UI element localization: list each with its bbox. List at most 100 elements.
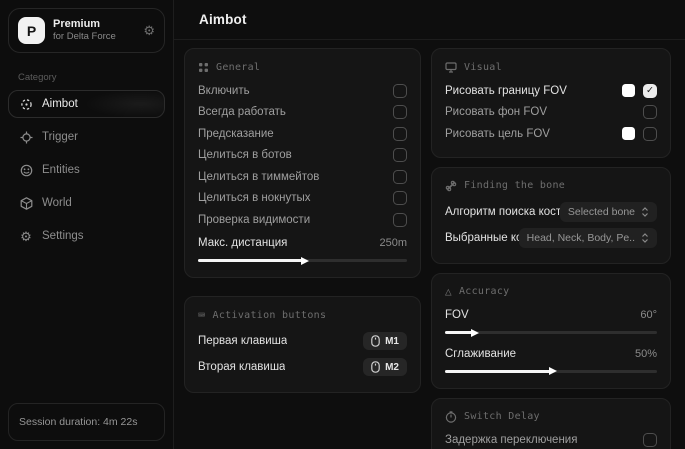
setting-label: Целиться в нокнутых — [198, 192, 311, 204]
setting-row: Задержка переключения — [445, 430, 657, 449]
dropdown-value: Head, Neck, Body, Pe.. — [527, 232, 635, 244]
mouse-icon — [371, 335, 380, 347]
sidebar-item-settings[interactable]: ⚙ Settings — [8, 222, 165, 250]
entities-icon — [19, 164, 33, 177]
sidebar-item-entities[interactable]: Entities — [8, 156, 165, 184]
slider-row: FOV 60° — [445, 305, 657, 327]
smoothing-slider[interactable] — [445, 367, 657, 376]
category-label: Category — [18, 72, 173, 83]
checkbox-switch-delay[interactable] — [643, 433, 657, 447]
setting-row: Всегда работать — [198, 102, 407, 124]
keybind-label: Вторая клавиша — [198, 361, 285, 373]
checkbox-prediction[interactable] — [393, 127, 407, 141]
setting-label: Предсказание — [198, 128, 274, 140]
sidebar-item-aimbot[interactable]: Aimbot — [8, 90, 165, 118]
setting-label: Включить — [198, 85, 250, 97]
dropdown-label: Выбранные кос — [445, 232, 519, 244]
right-column: Visual Рисовать границу FOV ✓ Рисовать ф… — [431, 48, 671, 449]
dropdown-row: Алгоритм поиска кост Selected bone — [445, 199, 657, 225]
setting-row: Целиться в тиммейтов — [198, 166, 407, 188]
setting-row: Включить — [198, 80, 407, 102]
keybind-row: Вторая клавиша M2 — [198, 354, 407, 380]
crosshair-icon — [19, 98, 33, 111]
checkbox-enable[interactable] — [393, 84, 407, 98]
panel-title-label: Accuracy — [459, 286, 510, 297]
slider-row: Макс. дистанция 250m — [198, 233, 407, 255]
slider-label: Сглаживание — [445, 348, 516, 360]
keybind-value: M1 — [385, 336, 399, 347]
settings-gear-icon[interactable]: ⚙ — [143, 24, 155, 37]
dropdown-value: Selected bone — [568, 206, 635, 218]
keybind-first-key[interactable]: M1 — [363, 332, 407, 350]
slider-value: 60° — [640, 309, 657, 321]
page-title: Aimbot — [199, 12, 247, 27]
checkbox-target-knocked[interactable] — [393, 191, 407, 205]
panel-general: General Включить Всегда работать Предска… — [184, 48, 421, 278]
max-distance-slider[interactable] — [198, 256, 407, 265]
sidebar-item-trigger[interactable]: Trigger — [8, 123, 165, 151]
app-title-block: Premium for Delta Force — [53, 18, 116, 44]
checkbox-target-bots[interactable] — [393, 148, 407, 162]
bone-algorithm-dropdown[interactable]: Selected bone — [560, 202, 657, 222]
panel-activation-buttons: ⌨ Activation buttons Первая клавиша M1 В… — [184, 296, 421, 393]
slider-label: Макс. дистанция — [198, 237, 287, 249]
triangle-icon: △ — [445, 286, 452, 297]
app-subtitle: for Delta Force — [53, 31, 116, 43]
gear-icon: ⚙ — [19, 230, 33, 243]
setting-row: Рисовать фон FOV — [445, 102, 657, 124]
sidebar-item-label: World — [42, 197, 72, 209]
setting-label: Задержка переключения — [445, 434, 577, 446]
chevron-expand-icon — [641, 207, 649, 217]
slider-value: 50% — [635, 348, 657, 360]
selected-bones-dropdown[interactable]: Head, Neck, Body, Pe.. — [519, 228, 657, 248]
fov-slider[interactable] — [445, 328, 657, 337]
checkbox-visibility-check[interactable] — [393, 213, 407, 227]
grid-dots-icon — [198, 62, 209, 73]
checkbox-draw-fov-background[interactable] — [643, 105, 657, 119]
panel-switch-delay: Switch Delay Задержка переключения Задер… — [431, 398, 671, 449]
setting-row: Целиться в ботов — [198, 145, 407, 167]
logo-card: P Premium for Delta Force ⚙ — [8, 8, 165, 53]
left-column: General Включить Всегда работать Предска… — [184, 48, 421, 393]
panel-bone-header: Finding the bone — [445, 178, 657, 194]
panel-title-label: Switch Delay — [464, 411, 540, 422]
trigger-icon — [19, 131, 33, 144]
app-logo: P — [18, 17, 45, 44]
dropdown-label: Алгоритм поиска кост — [445, 206, 560, 218]
panel-general-header: General — [198, 59, 407, 75]
setting-row: Предсказание — [198, 123, 407, 145]
checkbox-target-teammates[interactable] — [393, 170, 407, 184]
keybind-row: Первая клавиша M1 — [198, 328, 407, 354]
sidebar: P Premium for Delta Force ⚙ Category Aim… — [0, 0, 174, 449]
setting-row: Проверка видимости — [198, 209, 407, 231]
panel-finding-bone: Finding the bone Алгоритм поиска кост Se… — [431, 167, 671, 264]
fov-border-color-swatch[interactable] — [622, 84, 635, 97]
checkbox-draw-fov-target[interactable] — [643, 127, 657, 141]
keybind-second-key[interactable]: M2 — [363, 358, 407, 376]
checkbox-always-work[interactable] — [393, 105, 407, 119]
sidebar-item-label: Aimbot — [42, 98, 78, 110]
panel-accuracy-header: △ Accuracy — [445, 284, 657, 300]
fov-target-color-swatch[interactable] — [622, 127, 635, 140]
panel-visual-header: Visual — [445, 59, 657, 75]
checkbox-draw-fov-border[interactable]: ✓ — [643, 84, 657, 98]
slider-row: Сглаживание 50% — [445, 343, 657, 365]
panel-activation-header: ⌨ Activation buttons — [198, 307, 407, 323]
setting-label: Целиться в ботов — [198, 149, 292, 161]
keybind-label: Первая клавиша — [198, 335, 287, 347]
keybind-value: M2 — [385, 362, 399, 373]
panel-switch-delay-header: Switch Delay — [445, 409, 657, 425]
main-area: Aimbot General Включить Всегда работать — [174, 0, 685, 449]
mouse-icon — [371, 361, 380, 373]
dropdown-row: Выбранные кос Head, Neck, Body, Pe.. — [445, 225, 657, 251]
setting-row: Рисовать границу FOV ✓ — [445, 80, 657, 102]
setting-row: Рисовать цель FOV — [445, 123, 657, 145]
session-duration: Session duration: 4m 22s — [8, 403, 165, 441]
slider-label: FOV — [445, 309, 469, 321]
monitor-icon — [445, 62, 457, 73]
sidebar-item-world[interactable]: World — [8, 189, 165, 217]
setting-row: Целиться в нокнутых — [198, 188, 407, 210]
sidebar-nav: Aimbot Trigger Entities World ⚙ Settings — [0, 90, 173, 250]
panel-accuracy: △ Accuracy FOV 60° Сглаживание 50% — [431, 273, 671, 389]
app-name: Premium — [53, 18, 116, 32]
